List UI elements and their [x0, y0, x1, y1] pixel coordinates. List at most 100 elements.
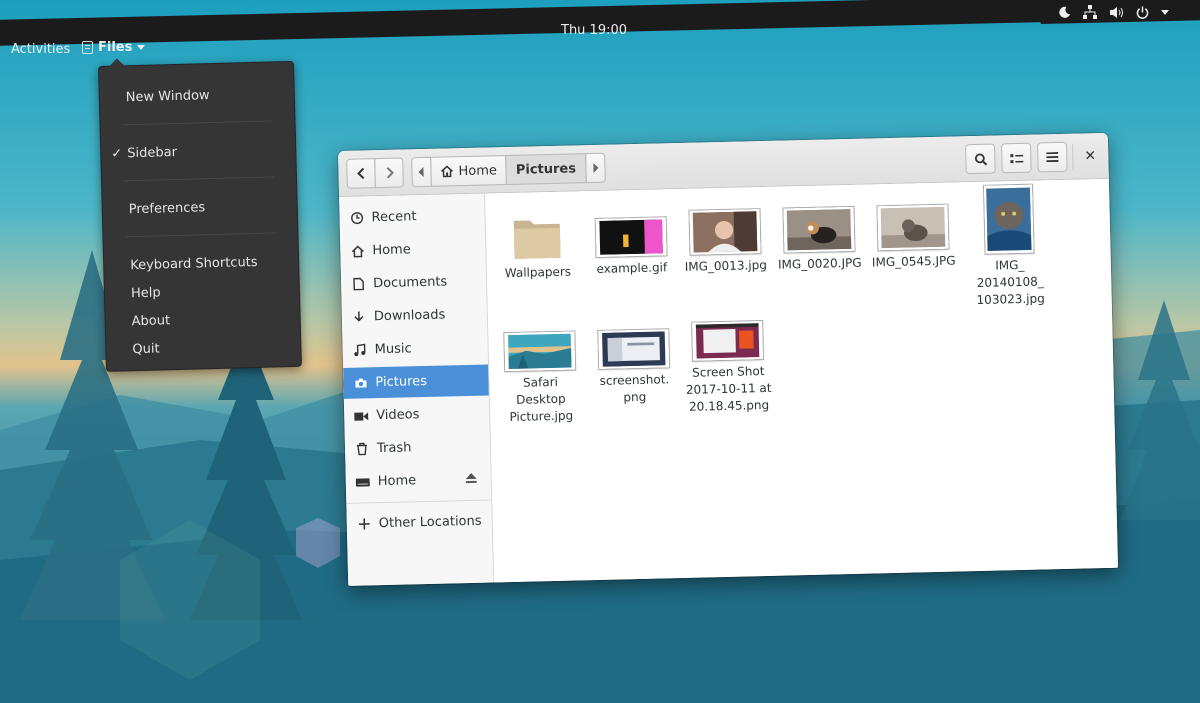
trash-icon	[355, 442, 369, 456]
path-pictures-button[interactable]: Pictures	[505, 153, 587, 186]
system-tray[interactable]	[1058, 5, 1169, 19]
checkmark-icon: ✓	[111, 146, 123, 162]
file-name: IMG_0020.JPG	[777, 255, 862, 272]
sidebar-item-label: Recent	[371, 209, 417, 226]
file-name: IMG_ 20140108_ 103023.jpg	[976, 257, 1045, 307]
forward-button[interactable]	[374, 157, 404, 189]
home-icon	[440, 165, 454, 178]
file-item-img-0020[interactable]: IMG_0020.JPG	[771, 206, 867, 274]
menu-separator	[125, 232, 276, 238]
image-thumbnail-icon	[595, 217, 667, 257]
file-name: example.gif	[596, 260, 668, 276]
night-light-icon	[1058, 6, 1071, 19]
files-app-icon	[82, 41, 93, 54]
sidebar-item-label: Home	[372, 242, 411, 259]
file-item-screen-shot-2017[interactable]: Screen Shot 2017-10-11 at 20.18.45.png	[680, 321, 776, 416]
chevron-left-icon	[356, 167, 364, 180]
list-view-icon	[1009, 153, 1023, 163]
sidebar-item-home[interactable]: Home	[340, 233, 486, 267]
path-pictures-label: Pictures	[515, 160, 577, 178]
clock-icon	[349, 211, 363, 225]
menu-item-preferences[interactable]: Preferences	[129, 200, 206, 217]
files-app-menu: New Window ✓ Sidebar Preferences Keyboar…	[98, 60, 302, 372]
eject-icon[interactable]	[465, 472, 477, 487]
menu-separator	[122, 120, 273, 126]
sidebar-item-other-locations[interactable]: Other Locations	[346, 505, 492, 539]
chevron-right-icon	[386, 167, 394, 179]
image-thumbnail-icon	[598, 329, 670, 369]
image-thumbnail-icon	[983, 184, 1034, 254]
file-name: Wallpapers	[504, 264, 572, 281]
document-icon	[351, 277, 365, 291]
sidebar-separator	[346, 499, 492, 504]
image-thumbnail-icon	[504, 331, 576, 372]
back-button[interactable]	[346, 158, 376, 189]
file-item-screenshot-png[interactable]: screenshot. png	[586, 329, 682, 407]
file-item-img-20140108[interactable]: IMG_ 20140108_ 103023.jpg	[961, 184, 1058, 309]
menu-item-help[interactable]: Help	[131, 285, 161, 301]
drive-icon	[355, 477, 370, 487]
sidebar-item-recent[interactable]: Recent	[339, 200, 485, 234]
image-thumbnail-icon	[877, 204, 949, 251]
app-menu-button[interactable]: Files	[82, 40, 146, 55]
close-button[interactable]: ✕	[1078, 141, 1103, 172]
menu-item-keyboard-shortcuts[interactable]: Keyboard Shortcuts	[130, 255, 258, 273]
file-name: IMG_0013.jpg	[684, 257, 768, 274]
file-item-wallpapers[interactable]: Wallpapers	[490, 213, 586, 282]
image-thumbnail-icon	[692, 321, 764, 361]
image-thumbnail-icon	[689, 209, 761, 255]
sidebar-item-label: Home	[377, 473, 417, 490]
hamburger-menu-button[interactable]	[1036, 141, 1068, 173]
menu-item-sidebar[interactable]: ✓ Sidebar	[111, 145, 177, 162]
camera-icon	[353, 377, 367, 388]
view-toggle-button[interactable]	[1001, 142, 1032, 174]
path-scroll-right-button[interactable]	[584, 152, 606, 184]
file-item-img-0545[interactable]: IMG_0545.JPG	[865, 204, 961, 271]
file-item-img-0013[interactable]: IMG_0013.jpg	[678, 209, 774, 276]
video-icon	[354, 411, 369, 421]
sidebar-item-downloads[interactable]: Downloads	[342, 299, 488, 333]
sidebar-item-home-drive[interactable]: Home	[345, 463, 491, 497]
path-home-button[interactable]: Home	[430, 155, 508, 187]
menu-item-quit[interactable]: Quit	[132, 341, 160, 357]
sidebar-item-documents[interactable]: Documents	[341, 266, 487, 300]
sidebar-item-videos[interactable]: Videos	[344, 398, 490, 432]
sidebar-item-trash[interactable]: Trash	[345, 431, 491, 465]
sidebar-item-pictures[interactable]: Pictures	[343, 364, 489, 399]
sidebar-item-label: Trash	[376, 440, 412, 457]
file-name: Safari Desktop Picture.jpg	[509, 374, 574, 425]
menu-separator	[124, 176, 274, 182]
chevron-down-icon	[1161, 9, 1169, 15]
image-thumbnail-icon	[783, 206, 855, 253]
file-name: screenshot. png	[599, 372, 670, 405]
path-bar: Home Pictures	[411, 152, 606, 188]
file-item-example-gif[interactable]: example.gif	[584, 217, 679, 278]
sidebar-item-label: Videos	[376, 407, 420, 424]
sidebar-item-label: Music	[374, 341, 412, 358]
sidebar-item-label: Other Locations	[378, 513, 482, 532]
triangle-right-icon	[592, 162, 598, 173]
file-item-safari-desktop-picture[interactable]: Safari Desktop Picture.jpg	[492, 331, 588, 426]
activities-button[interactable]: Activities	[11, 42, 70, 57]
menu-item-new-window[interactable]: New Window	[126, 88, 210, 105]
files-window: Home Pictures ✕ Recent Home Documents Do…	[338, 132, 1119, 586]
volume-icon	[1109, 6, 1124, 19]
menu-item-about[interactable]: About	[132, 313, 171, 329]
download-icon	[352, 310, 366, 323]
search-button[interactable]	[965, 143, 996, 175]
file-name: IMG_0545.JPG	[871, 253, 956, 270]
power-icon	[1136, 5, 1149, 19]
network-icon	[1083, 5, 1097, 19]
sidebar-item-label: Downloads	[373, 307, 446, 325]
header-separator	[1072, 143, 1074, 170]
folder-icon	[513, 220, 561, 259]
chevron-down-icon	[137, 45, 146, 50]
music-icon	[353, 343, 367, 357]
plus-icon	[357, 518, 371, 530]
sidebar-item-label: Pictures	[375, 373, 428, 391]
app-menu-label: Files	[98, 40, 133, 55]
clock[interactable]: Thu 19:00	[561, 23, 627, 38]
path-scroll-left-button[interactable]	[411, 156, 432, 188]
home-icon	[350, 245, 364, 257]
sidebar-item-music[interactable]: Music	[342, 332, 488, 366]
